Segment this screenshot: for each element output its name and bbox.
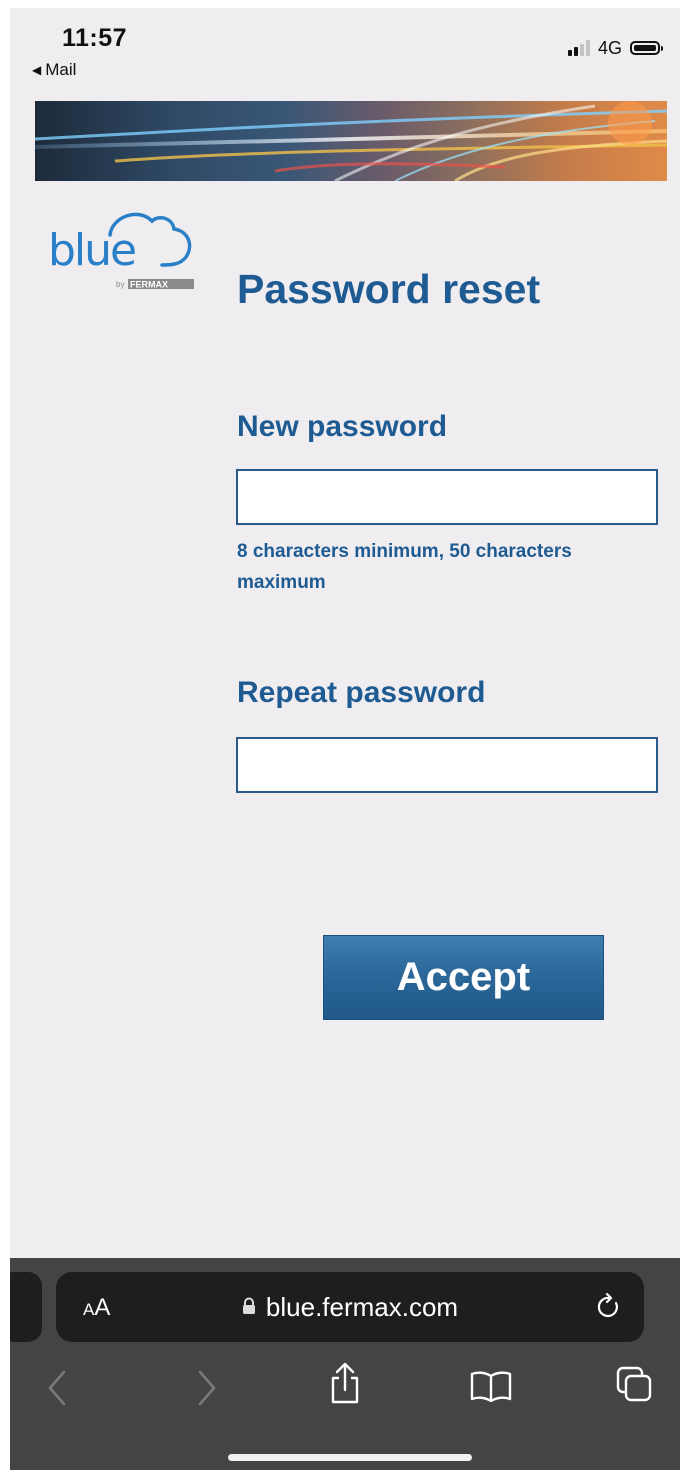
forward-icon[interactable] xyxy=(194,1368,218,1413)
share-icon[interactable] xyxy=(328,1362,362,1411)
safari-toolbar: AA blue.fermax.com xyxy=(10,1258,680,1470)
phone-screen: 11:57 ◀ Mail 4G blue by FERMAX Password … xyxy=(10,8,680,1470)
back-to-mail-link[interactable]: ◀ Mail xyxy=(32,60,76,80)
repeat-password-label: Repeat password xyxy=(237,676,486,709)
status-indicators: 4G xyxy=(567,36,663,60)
home-indicator[interactable] xyxy=(228,1454,472,1461)
header-banner-image xyxy=(35,101,667,181)
back-to-mail-label: Mail xyxy=(45,60,77,79)
repeat-password-input[interactable] xyxy=(236,737,658,793)
url-display[interactable]: blue.fermax.com xyxy=(56,1292,644,1325)
tabs-icon[interactable] xyxy=(616,1366,654,1409)
password-hint: 8 characters minimum, 50 characters maxi… xyxy=(237,541,572,593)
back-triangle-icon: ◀ xyxy=(32,63,42,77)
lock-icon xyxy=(242,1291,256,1322)
address-bar[interactable]: AA blue.fermax.com xyxy=(56,1272,644,1342)
blue-by-fermax-logo: blue by FERMAX xyxy=(46,203,196,293)
battery-icon xyxy=(630,41,663,55)
logo-by-text: by xyxy=(116,280,124,289)
status-time: 11:57 xyxy=(62,24,128,52)
signal-icon xyxy=(567,40,590,56)
new-password-label: New password xyxy=(237,410,448,443)
reload-icon[interactable] xyxy=(594,1292,624,1327)
page-title: Password reset xyxy=(237,266,541,312)
back-icon[interactable] xyxy=(46,1368,70,1413)
logo-brand-text: FERMAX xyxy=(130,280,168,290)
bookmarks-icon[interactable] xyxy=(470,1370,512,1407)
svg-text:blue: blue xyxy=(48,225,135,276)
network-type: 4G xyxy=(597,37,622,58)
previous-tab-peek[interactable] xyxy=(10,1272,42,1342)
accept-button[interactable]: Accept xyxy=(323,935,604,1020)
url-text: blue.fermax.com xyxy=(265,1292,459,1322)
new-password-input[interactable] xyxy=(236,469,658,525)
